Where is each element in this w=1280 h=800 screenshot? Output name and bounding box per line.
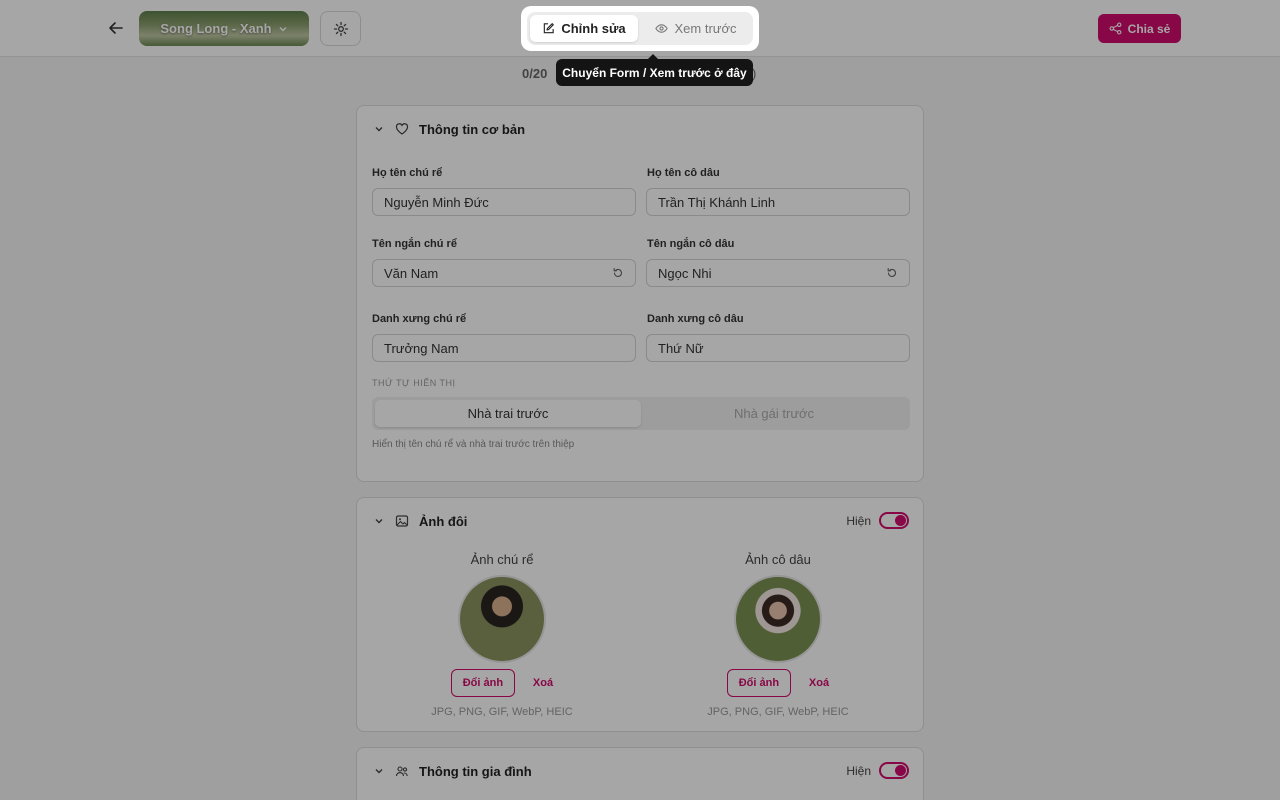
preview-mode-button[interactable]: Xem trước (642, 15, 750, 42)
eye-icon (655, 24, 669, 33)
edit-mode-button[interactable]: Chỉnh sửa (530, 15, 638, 42)
tour-tooltip: Chuyển Form / Xem trước ở đây (556, 54, 753, 86)
edit-icon (544, 23, 555, 34)
preview-mode-label: Xem trước (674, 21, 737, 36)
tour-overlay (0, 0, 1280, 800)
edit-mode-label: Chỉnh sửa (561, 21, 626, 36)
mode-toggle: Chỉnh sửa Xem trước (521, 6, 759, 51)
